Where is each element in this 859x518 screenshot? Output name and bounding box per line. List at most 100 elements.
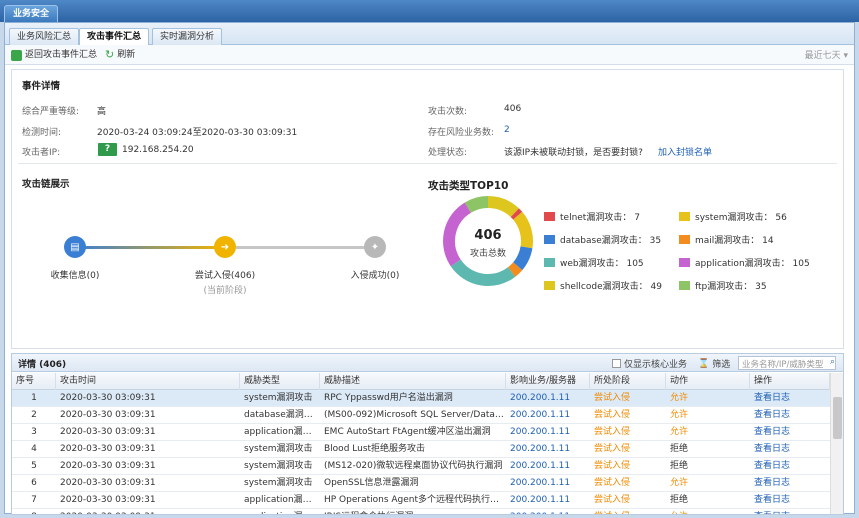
- risk-value-link[interactable]: 2: [504, 125, 510, 135]
- table-cell[interactable]: 200.200.1.11: [506, 492, 590, 509]
- event-content: 事件详情 综合严重等级: 高 检测时间: 2020-03-24 03:09:24…: [11, 69, 844, 349]
- table-cell: 允许: [670, 478, 689, 488]
- table-row[interactable]: 1 2020-03-30 03:09:31 system漏洞攻击 RPC Yppass…: [12, 390, 830, 407]
- table-row[interactable]: 82020-03-30 03:09:31application漏洞...IRIS…: [12, 509, 830, 514]
- table-cell: OpenSSL信息泄露漏洞: [324, 478, 419, 488]
- severity-label: 综合严重等级:: [22, 107, 80, 117]
- column-header[interactable]: 攻击时间: [56, 373, 240, 390]
- table-cell: (MS12-020)微软远程桌面协议代码执行漏洞: [324, 461, 503, 471]
- column-header[interactable]: 操作: [750, 373, 830, 390]
- table-cell[interactable]: 200.200.1.11: [506, 407, 590, 424]
- table-row[interactable]: 4 2020-03-30 03:09:31 system漏洞攻击 Blood Lust…: [12, 441, 830, 458]
- table-cell[interactable]: 200.200.1.11: [506, 441, 590, 458]
- hourglass-icon: ⌛: [698, 358, 710, 369]
- tab-business-risk[interactable]: 业务风险汇总: [9, 28, 80, 45]
- column-header[interactable]: 威胁描述: [320, 373, 506, 390]
- count-label: 攻击次数:: [428, 107, 468, 117]
- table-cell: 8: [12, 509, 56, 514]
- table-cell: 4: [31, 444, 37, 454]
- back-arrow-icon: [11, 49, 22, 61]
- core-only-toggle[interactable]: 仅显示核心业务: [612, 357, 687, 370]
- table-cell: 尝试入侵: [594, 495, 631, 505]
- legend-label: application漏洞攻击： 105: [695, 259, 810, 269]
- refresh-label: 刷新: [117, 50, 136, 60]
- time-label: 检测时间:: [22, 128, 62, 138]
- table-cell[interactable]: 查看日志: [750, 390, 830, 407]
- legend-item[interactable]: mail漏洞攻击： 14: [679, 233, 774, 246]
- table-cell[interactable]: 查看日志: [750, 407, 830, 424]
- legend-item[interactable]: ftp漏洞攻击： 35: [679, 279, 767, 292]
- table-row[interactable]: 2 2020-03-30 03:09:31 database漏洞攻击 (MS00-09…: [12, 407, 830, 424]
- donut-slice-3[interactable]: [507, 262, 523, 277]
- table-cell: 拒绝: [670, 495, 689, 505]
- legend-swatch: [544, 235, 555, 244]
- table-cell[interactable]: 查看日志: [750, 492, 830, 509]
- column-header[interactable]: 序号: [12, 373, 56, 390]
- legend-swatch: [679, 258, 690, 267]
- column-header[interactable]: 动作: [666, 373, 750, 390]
- table-cell: 尝试入侵: [594, 461, 631, 471]
- legend-item[interactable]: web漏洞攻击： 105: [544, 256, 644, 269]
- table-cell: 尝试入侵: [594, 410, 631, 420]
- donut-slice-4[interactable]: [450, 259, 516, 286]
- search-input[interactable]: 业务名称/IP/威胁类型: [742, 358, 823, 370]
- table-cell: 2020-03-30 03:09:31: [60, 478, 156, 488]
- add-block-link[interactable]: 加入封锁名单: [658, 145, 712, 158]
- back-button[interactable]: 返回攻击事件汇总: [11, 48, 97, 62]
- table-cell[interactable]: 200.200.1.11: [506, 424, 590, 441]
- search-box[interactable]: 业务名称/IP/威胁类型 ⌕: [738, 356, 836, 370]
- table-cell: 尝试入侵: [594, 393, 631, 403]
- table-cell[interactable]: 查看日志: [750, 458, 830, 475]
- chain-line-1: [75, 246, 225, 249]
- table-cell[interactable]: 查看日志: [750, 441, 830, 458]
- details-title: 详情 (406): [18, 360, 67, 370]
- table-row[interactable]: 3 2020-03-30 03:09:31 application漏洞... EMC …: [12, 424, 830, 441]
- legend-label: web漏洞攻击： 105: [560, 259, 644, 269]
- table-cell[interactable]: 查看日志: [750, 424, 830, 441]
- legend-item[interactable]: shellcode漏洞攻击： 49: [544, 279, 662, 292]
- column-header[interactable]: 影响业务/服务器: [506, 373, 590, 390]
- table-cell: application漏洞...: [240, 509, 320, 514]
- table-cell: 5: [31, 461, 37, 471]
- table-cell[interactable]: 200.200.1.11: [506, 475, 590, 492]
- table-cell[interactable]: 查看日志: [750, 509, 830, 514]
- table-cell: 2020-03-30 03:09:31: [60, 410, 156, 420]
- tab-realtime-vuln[interactable]: 实时漏洞分析: [152, 28, 223, 45]
- filter-button[interactable]: ⌛ 筛选: [698, 357, 730, 371]
- refresh-button[interactable]: ↻ 刷新: [105, 48, 135, 62]
- table-cell: Blood Lust拒绝服务攻击: [324, 444, 426, 454]
- range-dropdown[interactable]: 最近七天 ▾: [805, 48, 848, 61]
- node-label-success: 入侵成功(0): [350, 271, 400, 281]
- status-label: 处理状态:: [428, 148, 468, 158]
- donut-slice-7[interactable]: [464, 196, 489, 213]
- node-sublabel-attempt: (当前阶段): [203, 286, 247, 296]
- column-header[interactable]: 威胁类型: [240, 373, 320, 390]
- search-icon[interactable]: ⌕: [830, 357, 835, 367]
- donut-total-label: 攻击总数: [469, 249, 506, 259]
- legend-swatch: [544, 258, 555, 267]
- table-scrollbar[interactable]: [830, 373, 843, 514]
- table-row[interactable]: 5 2020-03-30 03:09:31 system漏洞攻击 (MS12-020)…: [12, 458, 830, 475]
- legend-item[interactable]: telnet漏洞攻击： 7: [544, 210, 640, 223]
- table-cell: 允许: [670, 410, 689, 420]
- checkbox-icon[interactable]: [612, 359, 621, 368]
- tab-attack-events[interactable]: 攻击事件汇总: [79, 28, 150, 46]
- table-cell: HP Operations Agent多个远程代码执行漏洞: [324, 495, 506, 505]
- legend-item[interactable]: database漏洞攻击： 35: [544, 233, 661, 246]
- table-cell[interactable]: 查看日志: [750, 475, 830, 492]
- table-row[interactable]: 7 2020-03-30 03:09:31 application漏洞... HP O…: [12, 492, 830, 509]
- table-cell[interactable]: 200.200.1.11: [506, 458, 590, 475]
- table-cell[interactable]: 200.200.1.11: [506, 509, 590, 514]
- scroll-thumb[interactable]: [833, 397, 842, 439]
- window-tab[interactable]: 业务安全: [4, 5, 59, 22]
- column-header[interactable]: 所处阶段: [590, 373, 666, 390]
- table-cell[interactable]: 200.200.1.11: [506, 390, 590, 407]
- table-cell: 1: [31, 393, 37, 403]
- donut-slice-0[interactable]: [510, 208, 523, 220]
- donut-slice-6[interactable]: [487, 196, 519, 218]
- legend-item[interactable]: system漏洞攻击： 56: [679, 210, 787, 223]
- tab-bar: 业务风险汇总 攻击事件汇总 实时漏洞分析: [5, 23, 854, 46]
- table-cell: RPC Yppasswd用户名溢出漏洞: [324, 393, 453, 403]
- legend-item[interactable]: application漏洞攻击： 105: [679, 256, 810, 269]
- table-row[interactable]: 6 2020-03-30 03:09:31 system漏洞攻击 OpenSSL信息泄…: [12, 475, 830, 492]
